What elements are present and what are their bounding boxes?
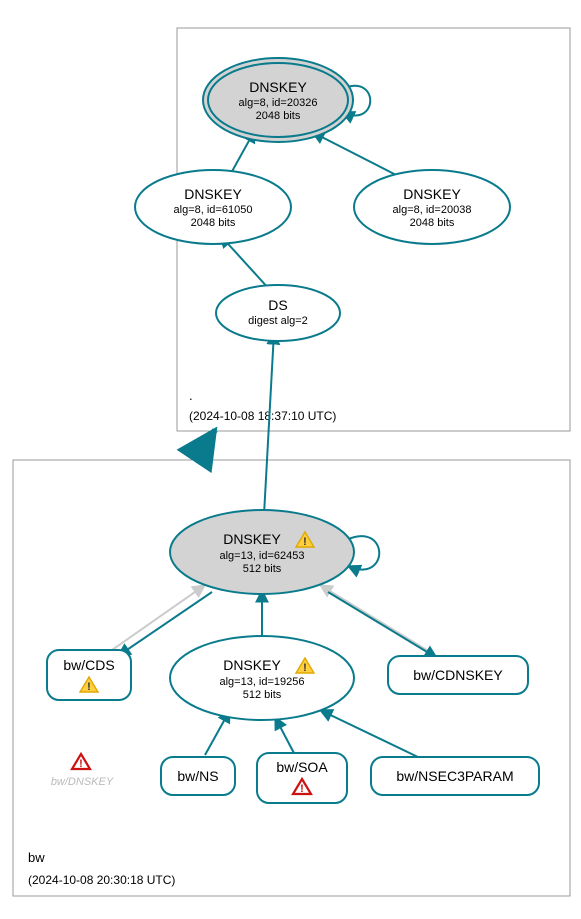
node-bw-cdnskey: bw/CDNSKEY [388,656,528,694]
edge-bwksk-to-ds [264,332,274,515]
root-zsk2-line3: 2048 bits [410,217,455,229]
bw-ksk-line2: alg=13, id=62453 [219,550,304,562]
svg-text:!: ! [79,758,83,770]
edge-cdnskey-to-ksk-light [320,585,430,652]
node-bw-dnskey-ghost: ! bw/DNSKEY [51,754,114,788]
bw-cdnskey-title: bw/CDNSKEY [413,667,503,683]
root-zsk2-line2: alg=8, id=20038 [393,204,472,216]
root-ksk-line3: 2048 bits [256,110,301,122]
root-ds-title: DS [268,297,287,313]
node-bw-ns: bw/NS [161,757,235,795]
bw-cds-title: bw/CDS [63,657,114,673]
edge-nsec3-to-zsk [320,710,420,758]
root-ksk-line2: alg=8, id=20326 [239,97,318,109]
bw-dnskey-ghost-title: bw/DNSKEY [51,776,114,788]
bw-zsk-line3: 512 bits [243,689,282,701]
edge-ksk-to-cdnskey [328,592,437,658]
bw-soa-title: bw/SOA [276,759,328,775]
edge-ksk-to-cds [118,592,212,656]
bw-ksk-title: DNSKEY [223,531,281,547]
zone-bw-label: bw [28,850,45,865]
root-ksk-title: DNSKEY [249,79,307,95]
error-icon: ! [72,754,90,770]
edge-soa-to-zsk [275,717,295,755]
edge-zone-root-to-bw [195,430,215,460]
zone-root-timestamp: (2024-10-08 18:37:10 UTC) [189,409,336,423]
bw-ksk-line3: 512 bits [243,563,282,575]
bw-zsk-line2: alg=13, id=19256 [219,676,304,688]
node-bw-zsk: DNSKEY ! alg=13, id=19256 512 bits [170,636,354,720]
node-bw-cds: bw/CDS ! [47,650,131,700]
node-root-ds: DS digest alg=2 [216,285,340,341]
root-ds-line2: digest alg=2 [248,315,308,327]
root-zsk2-title: DNSKEY [403,186,461,202]
zone-root-label: . [189,388,193,403]
root-zsk1-line2: alg=8, id=61050 [174,204,253,216]
edge-cds-to-ksk-light [112,585,205,650]
root-zsk1-title: DNSKEY [184,186,242,202]
svg-text:!: ! [87,681,91,693]
zone-bw-timestamp: (2024-10-08 20:30:18 UTC) [28,873,175,887]
node-root-ksk: DNSKEY alg=8, id=20326 2048 bits [203,58,353,142]
bw-nsec3-title: bw/NSEC3PARAM [396,768,513,784]
node-root-zsk1: DNSKEY alg=8, id=61050 2048 bits [135,170,291,244]
node-bw-soa: bw/SOA ! [257,753,347,803]
svg-text:!: ! [303,536,307,548]
edge-zsk2-to-ksk [312,132,400,177]
svg-text:!: ! [303,662,307,674]
bw-ns-title: bw/NS [177,768,218,784]
node-root-zsk2: DNSKEY alg=8, id=20038 2048 bits [354,170,510,244]
svg-text:!: ! [300,783,304,795]
node-bw-nsec3: bw/NSEC3PARAM [371,757,539,795]
root-zsk1-line3: 2048 bits [191,217,236,229]
node-bw-ksk: DNSKEY ! alg=13, id=62453 512 bits [170,510,354,594]
bw-zsk-title: DNSKEY [223,657,281,673]
